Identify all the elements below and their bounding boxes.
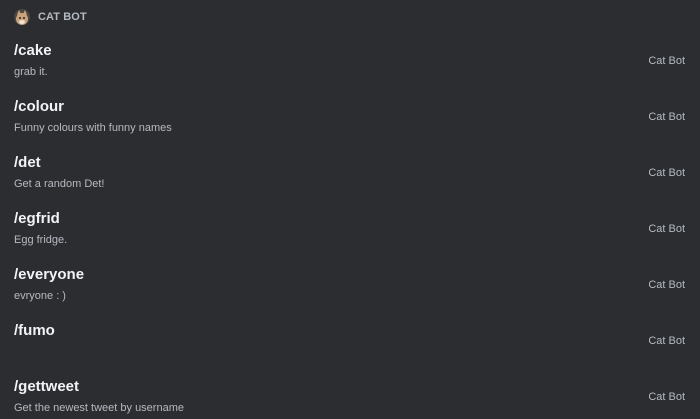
command-row-colour[interactable]: /colour Funny colours with funny names C… xyxy=(0,90,700,146)
command-row-det[interactable]: /det Get a random Det! Cat Bot xyxy=(0,146,700,202)
command-description: Egg fridge. xyxy=(14,234,68,246)
command-name: /det xyxy=(14,154,41,171)
command-source: Cat Bot xyxy=(648,335,685,347)
command-source: Cat Bot xyxy=(648,111,685,123)
command-row-cake[interactable]: /cake grab it. Cat Bot xyxy=(0,34,700,90)
command-description: Get the newest tweet by username xyxy=(14,402,184,414)
bot-section-header: CAT BOT xyxy=(0,0,700,34)
command-name: /everyone xyxy=(14,266,85,283)
command-description: grab it. xyxy=(14,66,48,78)
command-source: Cat Bot xyxy=(648,55,685,67)
cat-avatar-icon xyxy=(14,9,30,25)
command-name: /cake xyxy=(14,42,52,59)
command-description: evryone : ) xyxy=(14,290,66,302)
command-row-everyone[interactable]: /everyone evryone : ) Cat Bot xyxy=(0,258,700,314)
bot-name-label: CAT BOT xyxy=(38,11,87,23)
command-description: Funny colours with funny names xyxy=(14,122,172,134)
command-name: /fumo xyxy=(14,322,55,339)
command-source: Cat Bot xyxy=(648,391,685,403)
command-name: /egfrid xyxy=(14,210,60,227)
command-row-gettweet[interactable]: /gettweet Get the newest tweet by userna… xyxy=(0,370,700,419)
command-list-panel: CAT BOT /cake grab it. Cat Bot /colour F… xyxy=(0,0,700,419)
command-source: Cat Bot xyxy=(648,279,685,291)
command-name: /gettweet xyxy=(14,378,80,395)
command-description: Get a random Det! xyxy=(14,178,105,190)
command-name: /colour xyxy=(14,98,65,115)
command-row-fumo[interactable]: /fumo Cat Bot xyxy=(0,314,700,370)
command-source: Cat Bot xyxy=(648,167,685,179)
command-source: Cat Bot xyxy=(648,223,685,235)
command-list: /cake grab it. Cat Bot /colour Funny col… xyxy=(0,34,700,419)
command-row-egfrid[interactable]: /egfrid Egg fridge. Cat Bot xyxy=(0,202,700,258)
